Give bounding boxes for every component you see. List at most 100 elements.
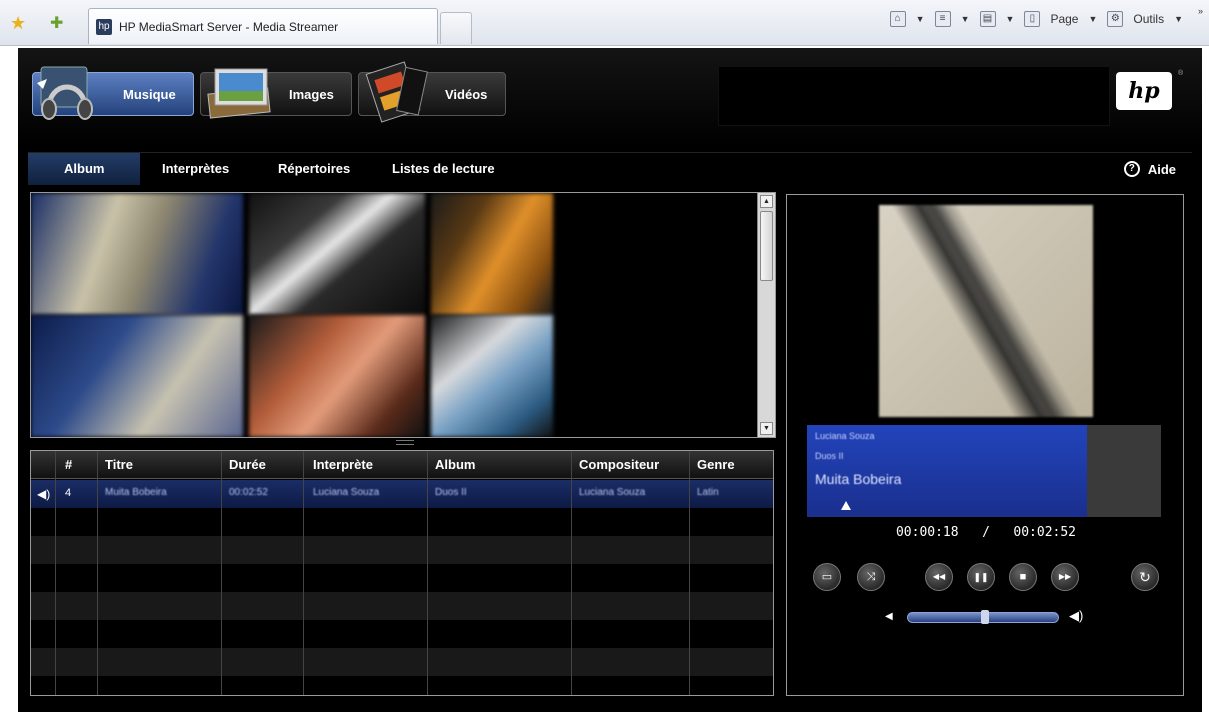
album-cover[interactable] [249, 193, 425, 315]
column-duration[interactable]: Durée [229, 457, 266, 472]
headphones-icon [37, 66, 93, 120]
tools-dropdown-icon[interactable]: ▼ [1174, 14, 1183, 24]
column-divider [571, 451, 572, 695]
time-separator: / [982, 525, 990, 540]
table-row[interactable]: ◀) 4 Muita Bobeira 00:02:52 Luciana Souz… [31, 480, 773, 508]
stop-button[interactable]: ■ [1009, 563, 1037, 591]
tab-musique[interactable]: Musique [32, 66, 194, 120]
scroll-up-icon[interactable]: ▲ [760, 195, 773, 208]
tab-images-label: Images [289, 87, 334, 102]
track-duration: 00:02:52 [229, 487, 268, 498]
player-panel: Luciana Souza Duos II Muita Bobeira 00:0… [786, 194, 1184, 696]
hp-logo: hp [1116, 72, 1172, 110]
column-number[interactable]: # [65, 457, 72, 472]
now-playing-album-art [879, 205, 1093, 417]
column-divider [221, 451, 222, 695]
pane-splitter-handle[interactable] [396, 440, 414, 445]
tab-listes-de-lecture[interactable]: Listes de lecture [392, 161, 495, 176]
track-table: # Titre Durée Interprète Album Composite… [30, 450, 774, 696]
table-row [31, 564, 773, 592]
favorites-star-icon[interactable]: ★ [10, 13, 26, 34]
track-composer: Luciana Souza [579, 487, 646, 498]
column-album[interactable]: Album [435, 457, 475, 472]
track-album: Duos II [435, 487, 467, 498]
playback-time: 00:00:18 / 00:02:52 [787, 525, 1185, 540]
track-genre: Latin [697, 487, 719, 498]
print-dropdown-icon[interactable]: ▼ [1006, 14, 1015, 24]
column-divider [97, 451, 98, 695]
column-genre[interactable]: Genre [697, 457, 735, 472]
fullscreen-button[interactable]: ▭ [813, 563, 841, 591]
print-icon[interactable]: ▤ [979, 11, 996, 27]
page-menu[interactable]: Page [1050, 12, 1078, 26]
home-dropdown-icon[interactable]: ▼ [916, 14, 925, 24]
forward-button[interactable]: ▶▶ [1051, 563, 1079, 591]
shuffle-button[interactable]: ⤨ [857, 563, 885, 591]
browser-tab[interactable]: hp HP MediaSmart Server - Media Streamer [88, 8, 438, 44]
column-title[interactable]: Titre [105, 457, 133, 472]
page-dropdown-icon[interactable]: ▼ [1088, 14, 1097, 24]
feeds-icon[interactable]: ≡ [934, 11, 951, 27]
top-bar: Musique Images Vidéos hp ® [18, 48, 1202, 146]
tab-album[interactable]: Album [64, 161, 104, 176]
album-cover[interactable] [249, 315, 425, 437]
column-divider [427, 451, 428, 695]
playback-position-marker[interactable] [841, 501, 852, 510]
new-tab-button[interactable] [440, 12, 472, 44]
now-playing-title: Muita Bobeira [815, 471, 902, 487]
repeat-icon: ↻ [1139, 569, 1151, 585]
stop-icon: ■ [1019, 571, 1027, 583]
album-grid-scrollbar[interactable]: ▲ ▼ [757, 193, 775, 437]
table-row [31, 508, 773, 536]
column-composer[interactable]: Compositeur [579, 457, 659, 472]
table-row [31, 536, 773, 564]
volume-slider-handle[interactable] [981, 610, 989, 624]
now-playing-info-highlight: Luciana Souza Duos II Muita Bobeira [807, 425, 1087, 517]
track-table-header: # Titre Durée Interprète Album Composite… [31, 451, 773, 479]
table-row [31, 592, 773, 620]
hp-favicon-icon: hp [96, 19, 112, 35]
tab-videos-label: Vidéos [445, 87, 488, 102]
feeds-dropdown-icon[interactable]: ▼ [961, 14, 970, 24]
track-artist: Luciana Souza [313, 487, 380, 498]
tab-repertoires[interactable]: Répertoires [278, 161, 350, 176]
now-playing-speaker-icon: ◀) [37, 487, 51, 501]
pause-button[interactable]: ❚❚ [967, 563, 995, 591]
column-divider [55, 451, 56, 695]
registered-mark: ® [1178, 70, 1184, 77]
toolbar-overflow-icon[interactable]: » [1198, 6, 1203, 16]
tools-gear-icon: ⚙ [1107, 11, 1124, 27]
help-label: Aide [1147, 161, 1176, 177]
tools-menu[interactable]: Outils [1133, 12, 1164, 26]
page-icon: ▯ [1024, 11, 1041, 27]
tab-musique-label: Musique [123, 87, 176, 102]
tab-images[interactable]: Images [200, 68, 352, 119]
scroll-thumb[interactable] [760, 211, 773, 281]
volume-up-icon[interactable]: ◀) [1069, 608, 1083, 624]
media-streamer-app: Musique Images Vidéos hp ® Album Interpr… [18, 48, 1202, 712]
album-cover[interactable] [431, 193, 553, 315]
column-divider [303, 451, 304, 695]
banner-area [718, 66, 1110, 126]
column-artist[interactable]: Interprète [313, 457, 373, 472]
track-number: 4 [65, 487, 72, 499]
volume-down-icon[interactable]: ◀ [885, 611, 893, 622]
film-strip-icon [365, 61, 428, 123]
album-cover[interactable] [431, 315, 553, 437]
tab-interpretes[interactable]: Interprètes [162, 161, 229, 176]
home-icon[interactable]: ⌂ [889, 11, 906, 27]
shuffle-icon: ⤨ [866, 571, 876, 583]
track-title: Muita Bobeira [105, 487, 167, 498]
repeat-button[interactable]: ↻ [1131, 563, 1159, 591]
add-favorite-icon[interactable]: ✚ [50, 13, 63, 33]
album-cover[interactable] [31, 315, 243, 437]
album-cover[interactable] [31, 193, 243, 315]
scroll-down-icon[interactable]: ▼ [760, 422, 773, 435]
help-button[interactable]: ? Aide [1123, 161, 1176, 177]
browser-toolbar: ★ ✚ hp HP MediaSmart Server - Media Stre… [0, 0, 1209, 46]
now-playing-album: Duos II [815, 451, 844, 461]
rewind-button[interactable]: ◀◀ [925, 563, 953, 591]
tab-videos[interactable]: Vidéos [358, 61, 506, 123]
album-grid: ▲ ▼ [30, 192, 776, 438]
now-playing-info: Luciana Souza Duos II Muita Bobeira [807, 425, 1161, 517]
